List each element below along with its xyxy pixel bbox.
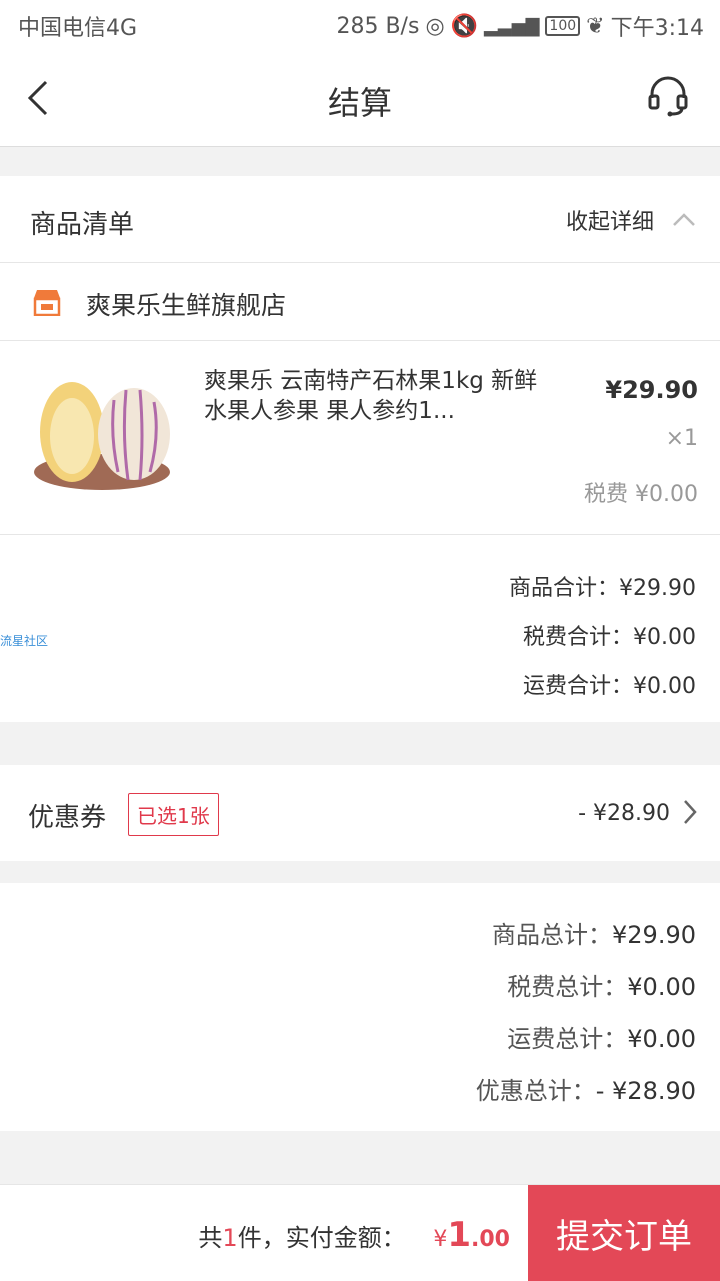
coupon-amount: - ¥28.90 bbox=[578, 801, 670, 826]
total-value: ¥0.00 bbox=[627, 1025, 696, 1053]
status-right: 285 B/s ◎ 🔇 ▂▃▅▇ 100 ❦ 下午3:14 bbox=[336, 10, 704, 42]
product-tax: 税费 ¥0.00 bbox=[584, 482, 698, 507]
subtotal-value: ¥0.00 bbox=[633, 674, 696, 699]
coupon-selected-tag: 已选1张 bbox=[128, 793, 219, 836]
subtotal-shipping: 运费合计：¥0.00 bbox=[523, 668, 696, 700]
total-goods: 商品总计：¥29.90 bbox=[492, 915, 696, 950]
pay-amount: ¥1.00 bbox=[433, 1215, 510, 1255]
product-qty: ×1 bbox=[665, 426, 698, 451]
collapse-toggle[interactable]: 收起详细 bbox=[566, 204, 696, 236]
leaf-icon: ❦ bbox=[586, 13, 605, 39]
product-image[interactable] bbox=[30, 376, 174, 496]
carrier-label: 中国电信4G bbox=[18, 16, 138, 41]
total-tax: 税费总计：¥0.00 bbox=[507, 967, 696, 1002]
divider bbox=[0, 262, 720, 263]
item-count: 1 bbox=[222, 1224, 238, 1252]
coupon-label: 优惠券 bbox=[28, 803, 107, 833]
mute-icon: 🔇 bbox=[450, 13, 479, 39]
status-bar: 中国电信4G 285 B/s ◎ 🔇 ▂▃▅▇ 100 ❦ 下午3:14 bbox=[0, 0, 720, 50]
pay-symbol: ¥ bbox=[433, 1227, 448, 1252]
product-title[interactable]: 爽果乐 云南特产石林果1kg 新鲜水果人参果 果人参约1... bbox=[204, 366, 544, 426]
clock: 下午3:14 bbox=[610, 16, 704, 41]
divider bbox=[0, 534, 720, 535]
subtotal-label: 运费合计： bbox=[523, 674, 634, 699]
pay-int: 1 bbox=[447, 1215, 472, 1255]
nav-bar: 结算 bbox=[0, 50, 720, 147]
total-label: 税费总计： bbox=[507, 973, 628, 1001]
pay-summary: 共1件，实付金额： ¥1.00 bbox=[198, 1215, 510, 1255]
watermark: 流星社区 bbox=[0, 634, 49, 648]
divider bbox=[0, 340, 720, 341]
chevron-right-icon bbox=[684, 800, 697, 824]
collapse-label: 收起详细 bbox=[565, 210, 654, 235]
network-speed: 285 B/s bbox=[336, 13, 420, 39]
store-name[interactable]: 爽果乐生鲜旗舰店 bbox=[86, 286, 286, 322]
subtotal-value: ¥29.90 bbox=[619, 576, 696, 601]
subtotal-value: ¥0.00 bbox=[633, 625, 696, 650]
count-prefix: 共 bbox=[198, 1224, 223, 1252]
subtotal-label: 商品合计： bbox=[509, 576, 620, 601]
coupon-row[interactable]: 优惠券 已选1张 - ¥28.90 bbox=[0, 765, 720, 861]
goods-card: 商品清单 收起详细 爽果乐生鲜旗舰店 爽果乐 云南特产石林果1kg 新鲜水果人参… bbox=[0, 176, 720, 722]
subtotal-label: 税费合计： bbox=[523, 625, 634, 650]
bottom-bar: 共1件，实付金额： ¥1.00 提交订单 bbox=[0, 1184, 720, 1281]
product-price: ¥29.90 bbox=[605, 376, 698, 404]
total-shipping: 运费总计：¥0.00 bbox=[507, 1019, 696, 1054]
signal-icon: ▂▃▅▇ bbox=[484, 15, 540, 37]
count-suffix: 件，实付金额： bbox=[237, 1224, 406, 1252]
total-value: - ¥28.90 bbox=[595, 1077, 696, 1105]
chevron-up-icon bbox=[673, 213, 695, 226]
totals-card: 商品总计：¥29.90 税费总计：¥0.00 运费总计：¥0.00 优惠总计：-… bbox=[0, 883, 720, 1131]
customer-service-icon[interactable] bbox=[646, 74, 690, 118]
goods-header: 商品清单 bbox=[30, 210, 135, 240]
store-icon bbox=[33, 290, 61, 316]
hotspot-icon: ◎ bbox=[425, 13, 445, 39]
total-label: 优惠总计： bbox=[475, 1077, 596, 1105]
subtotal-goods: 商品合计：¥29.90 bbox=[509, 570, 696, 602]
pay-dec: .00 bbox=[471, 1227, 510, 1252]
total-value: ¥29.90 bbox=[612, 921, 696, 949]
total-discount: 优惠总计：- ¥28.90 bbox=[476, 1071, 696, 1106]
page-title: 结算 bbox=[327, 84, 392, 122]
total-label: 运费总计： bbox=[507, 1025, 628, 1053]
subtotal-tax: 税费合计：¥0.00 bbox=[523, 619, 696, 651]
total-value: ¥0.00 bbox=[627, 973, 696, 1001]
submit-order-button[interactable]: 提交订单 bbox=[528, 1185, 720, 1281]
total-label: 商品总计： bbox=[492, 921, 613, 949]
battery-icon: 100 bbox=[545, 16, 581, 36]
